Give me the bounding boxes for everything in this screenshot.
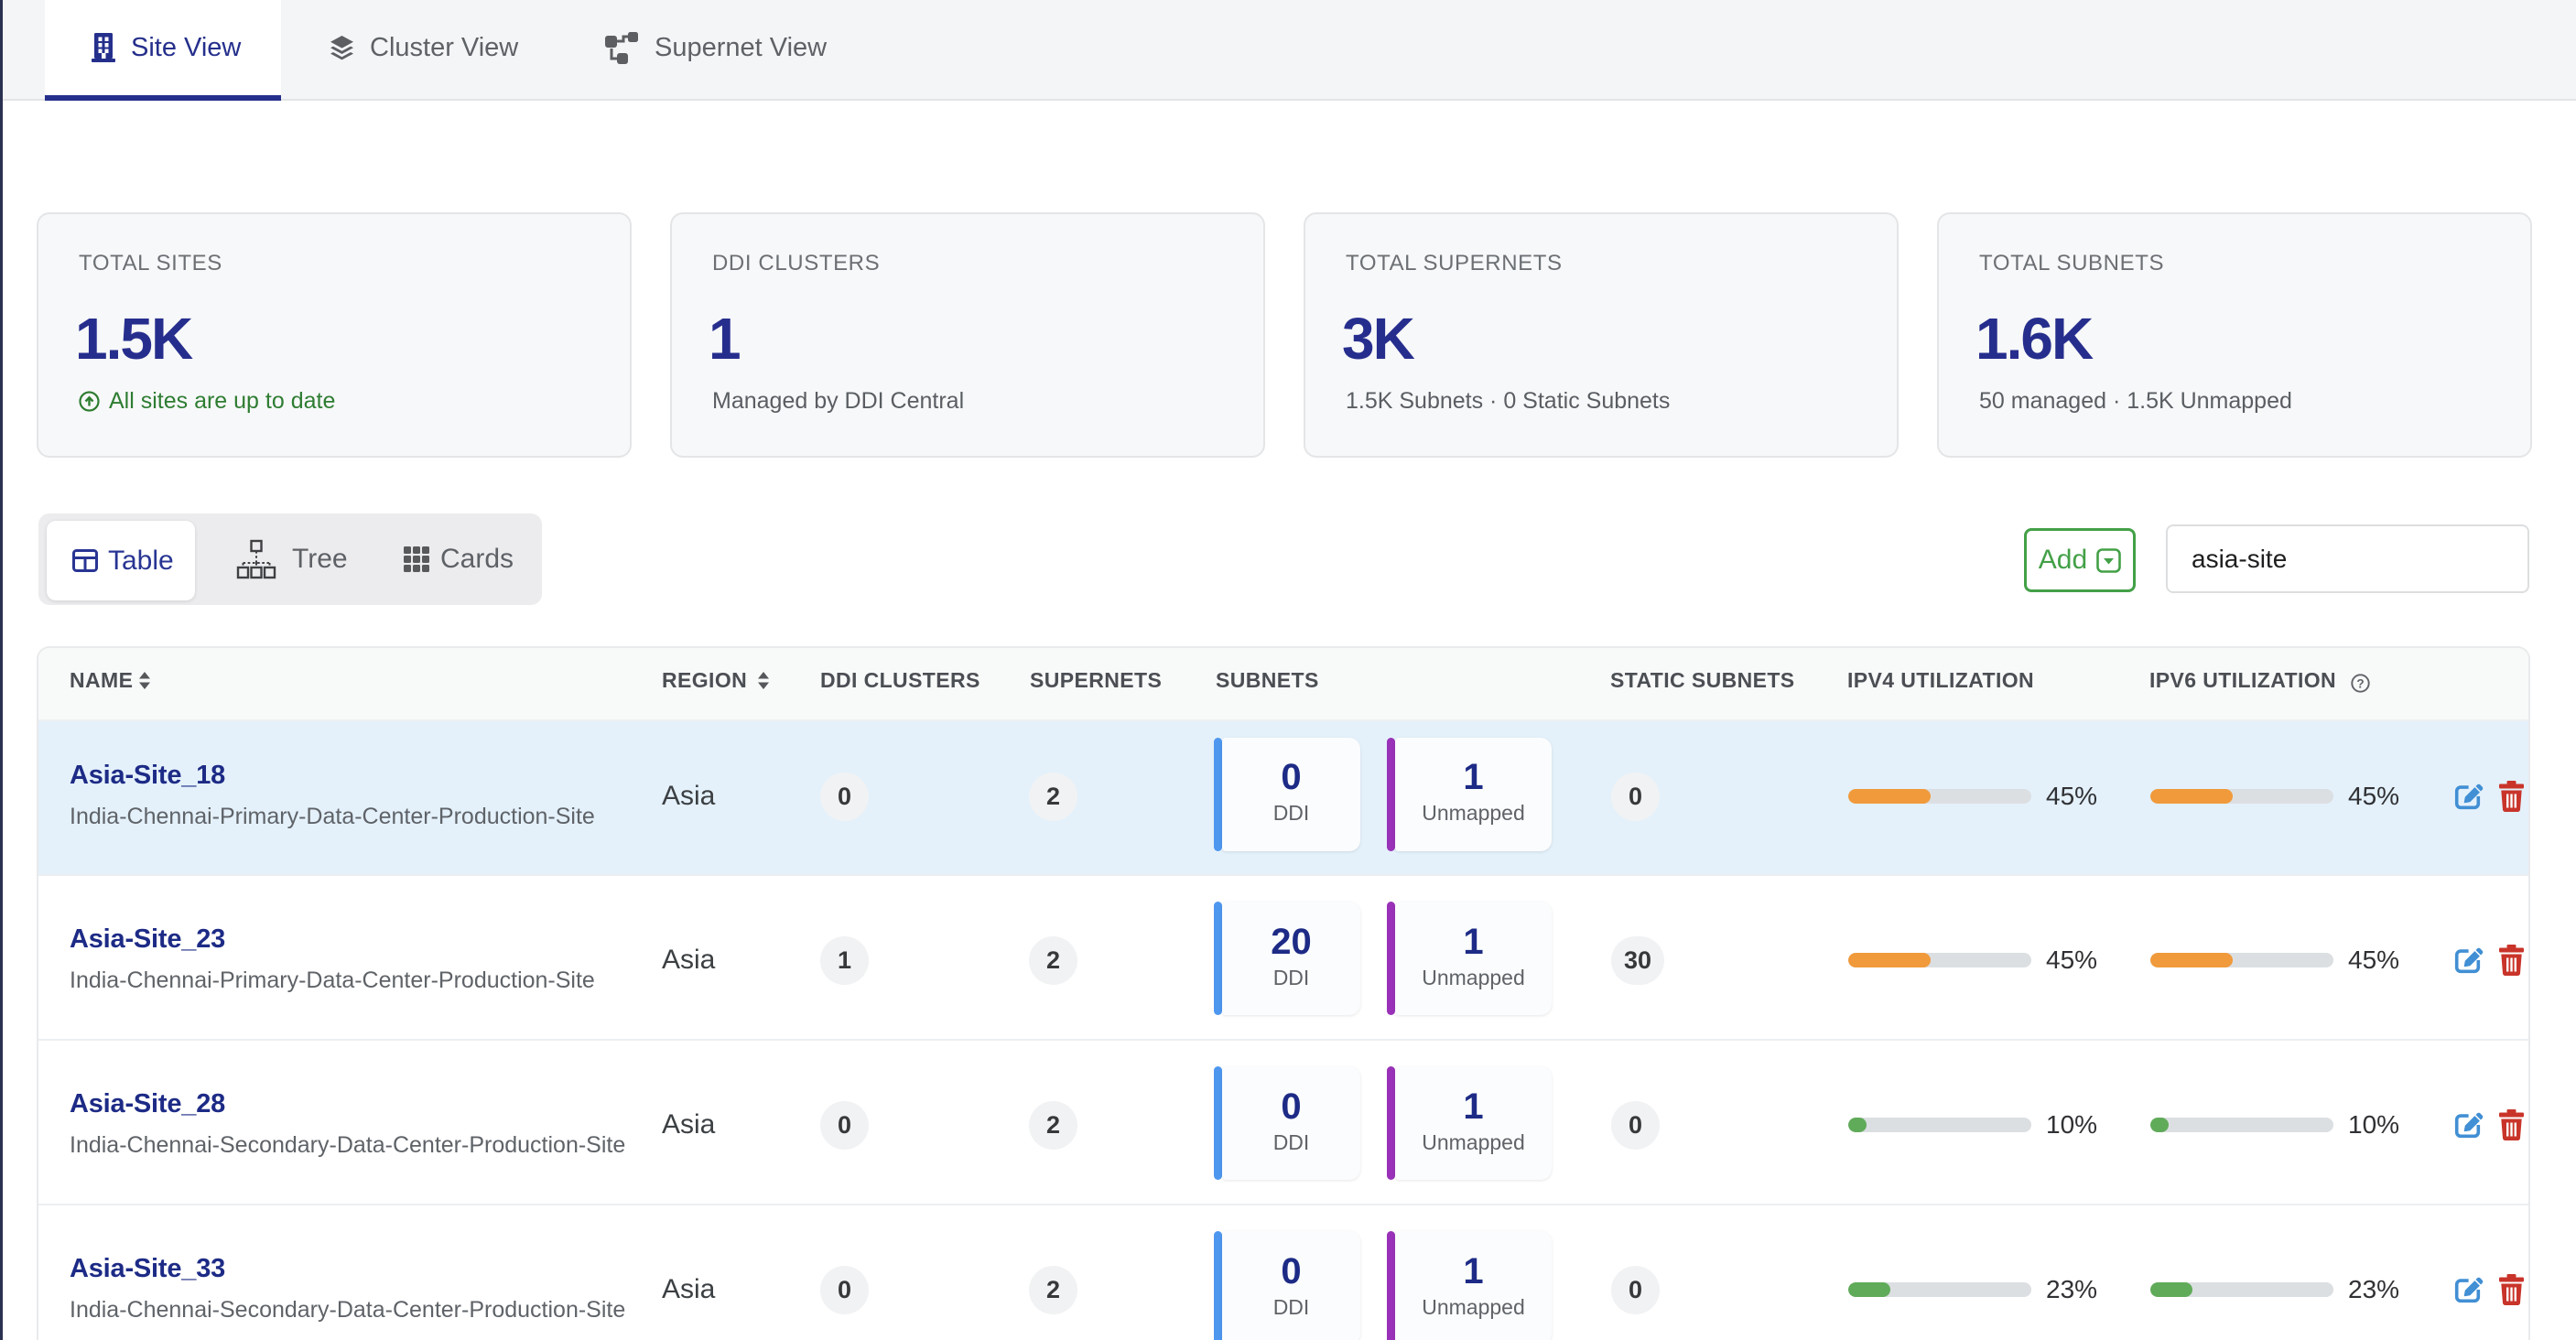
svg-text:?: ? [2356, 676, 2364, 690]
